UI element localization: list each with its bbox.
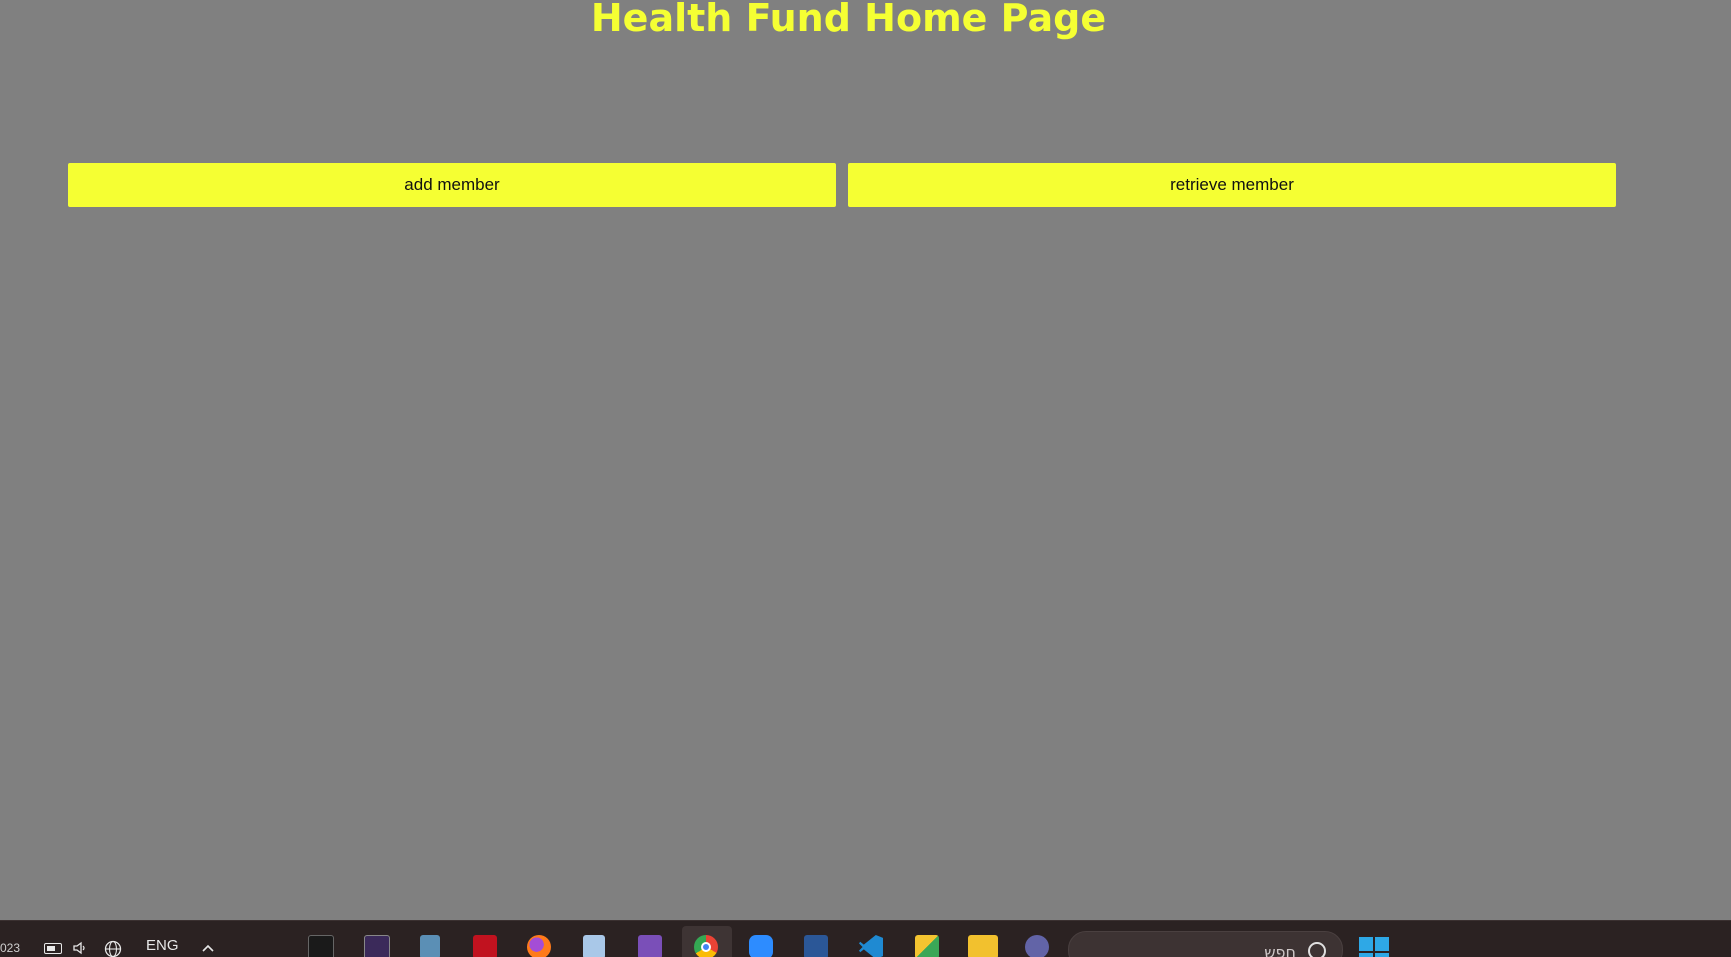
visual-studio-icon[interactable] <box>638 935 662 957</box>
page-title: Health Fund Home Page <box>590 0 1107 40</box>
photos-icon[interactable] <box>915 935 939 957</box>
page: Health Fund Home Page add member retriev… <box>0 0 1731 957</box>
calculator-icon[interactable] <box>420 935 440 957</box>
chevron-up-icon[interactable] <box>201 943 215 953</box>
windows-taskbar: 023 ENG חפש <box>0 920 1731 957</box>
file-explorer-icon[interactable] <box>968 935 998 957</box>
chrome-icon[interactable] <box>694 935 718 957</box>
battery-icon[interactable] <box>44 943 62 954</box>
network-globe-icon[interactable] <box>104 940 122 957</box>
windows-start-icon[interactable] <box>1359 937 1389 957</box>
package-icon[interactable] <box>583 935 605 957</box>
firefox-icon[interactable] <box>527 935 551 957</box>
taskbar-search-box[interactable]: חפש <box>1068 931 1343 957</box>
word-icon[interactable] <box>804 935 828 957</box>
search-icon <box>1308 942 1326 957</box>
acrobat-icon[interactable] <box>473 935 497 957</box>
teams-icon[interactable] <box>1025 935 1049 957</box>
language-indicator[interactable]: ENG <box>146 937 179 954</box>
terminal-icon[interactable] <box>308 935 334 957</box>
add-member-button[interactable]: add member <box>68 163 836 207</box>
volume-icon[interactable] <box>72 940 88 956</box>
zoom-icon[interactable] <box>749 935 773 957</box>
clock-text[interactable]: 023 <box>0 941 20 955</box>
command-prompt-icon[interactable] <box>364 935 390 957</box>
search-placeholder: חפש <box>1264 943 1296 957</box>
retrieve-member-button[interactable]: retrieve member <box>848 163 1616 207</box>
vscode-icon[interactable] <box>859 935 883 957</box>
